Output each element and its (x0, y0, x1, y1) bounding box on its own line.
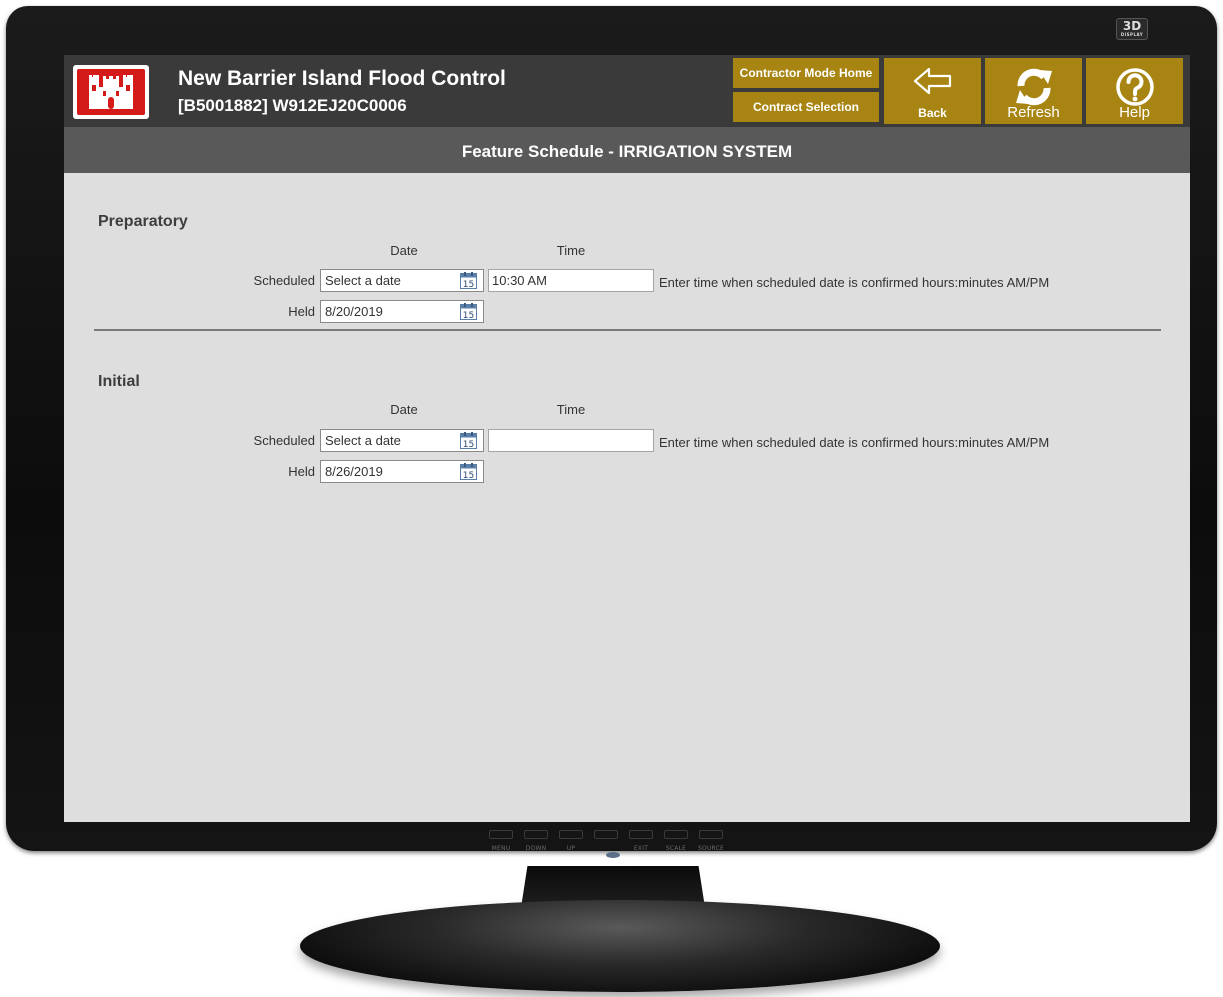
refresh-icon (1015, 68, 1052, 106)
help-label: Help (1119, 104, 1150, 121)
app-screen: New Barrier Island Flood Control [B50018… (64, 55, 1190, 822)
date-value: Select a date (325, 433, 401, 448)
help-question-icon (1115, 68, 1154, 106)
monitor-scale-button[interactable]: SCALE (663, 830, 689, 860)
section-title-initial: Initial (98, 373, 140, 390)
date-column-header: Date (390, 402, 418, 417)
preparatory-scheduled-time-input[interactable] (488, 269, 654, 292)
brand-badge-text: 3D (1122, 19, 1142, 33)
contract-selection-button[interactable]: Contract Selection (733, 92, 879, 122)
usace-castle-logo (73, 65, 149, 119)
calendar-day: 15 (463, 471, 474, 480)
control-label: SOURCE (698, 845, 724, 852)
control-label: MENU (491, 845, 511, 852)
monitor-down-button[interactable]: DOWN (523, 830, 549, 860)
monitor-exit-button[interactable]: EXIT (628, 830, 654, 860)
contract-subtitle: [B5001882] W912EJ20C0006 (178, 96, 407, 115)
back-arrow-icon (913, 67, 951, 95)
initial-scheduled-time-input[interactable] (488, 429, 654, 452)
monitor-bezel: 3D DISPLAY New Barrier Island Flood Cont… (6, 6, 1217, 851)
control-label: EXIT (633, 845, 649, 852)
section-title-preparatory: Preparatory (98, 213, 188, 230)
project-title: New Barrier Island Flood Control (178, 67, 506, 90)
refresh-label: Refresh (1007, 104, 1060, 121)
calendar-day: 15 (463, 280, 474, 289)
app-header: New Barrier Island Flood Control [B50018… (64, 55, 1190, 127)
back-button[interactable]: Back (884, 58, 981, 124)
calendar-icon[interactable]: 15 (460, 432, 477, 449)
calendar-icon[interactable]: 15 (460, 463, 477, 480)
preparatory-scheduled-date-picker[interactable]: Select a date 15 (320, 269, 484, 292)
preparatory-held-date-picker[interactable]: 8/20/2019 15 (320, 300, 484, 323)
scheduled-label: Scheduled (253, 273, 315, 288)
contractor-mode-home-button[interactable]: Contractor Mode Home (733, 58, 879, 88)
time-column-header: Time (556, 243, 586, 258)
calendar-day: 15 (463, 440, 474, 449)
control-label: SCALE (665, 845, 687, 852)
time-column-header: Time (556, 402, 586, 417)
calendar-day: 15 (463, 311, 474, 320)
date-value: 8/26/2019 (325, 464, 383, 479)
monitor-menu-button[interactable]: MENU (488, 830, 514, 860)
monitor-brand-badge: 3D DISPLAY (1116, 18, 1148, 40)
initial-scheduled-date-picker[interactable]: Select a date 15 (320, 429, 484, 452)
monitor-up-button[interactable]: UP (558, 830, 584, 860)
castle-icon (89, 75, 133, 109)
scheduled-label: Scheduled (253, 433, 315, 448)
date-column-header: Date (390, 243, 418, 258)
initial-held-date-picker[interactable]: 8/26/2019 15 (320, 460, 484, 483)
help-button[interactable]: Help (1086, 58, 1183, 124)
monitor-source-button[interactable]: SOURCE (698, 830, 724, 860)
control-label: DOWN (525, 845, 547, 852)
calendar-icon[interactable]: 15 (460, 303, 477, 320)
page-title: Feature Schedule - IRRIGATION SYSTEM (64, 127, 1190, 173)
calendar-icon[interactable]: 15 (460, 272, 477, 289)
time-entry-hint: Enter time when scheduled date is confir… (659, 435, 1050, 450)
brand-badge-subtext: DISPLAY (1120, 32, 1144, 37)
monitor-stand-base (300, 900, 940, 992)
time-entry-hint: Enter time when scheduled date is confir… (659, 275, 1050, 290)
control-label: UP (566, 845, 576, 852)
power-led (606, 852, 620, 858)
refresh-button[interactable]: Refresh (985, 58, 1082, 124)
back-label: Back (918, 106, 947, 120)
section-divider (94, 329, 1161, 331)
held-label: Held (288, 464, 315, 479)
date-value: 8/20/2019 (325, 304, 383, 319)
date-value: Select a date (325, 273, 401, 288)
held-label: Held (288, 304, 315, 319)
